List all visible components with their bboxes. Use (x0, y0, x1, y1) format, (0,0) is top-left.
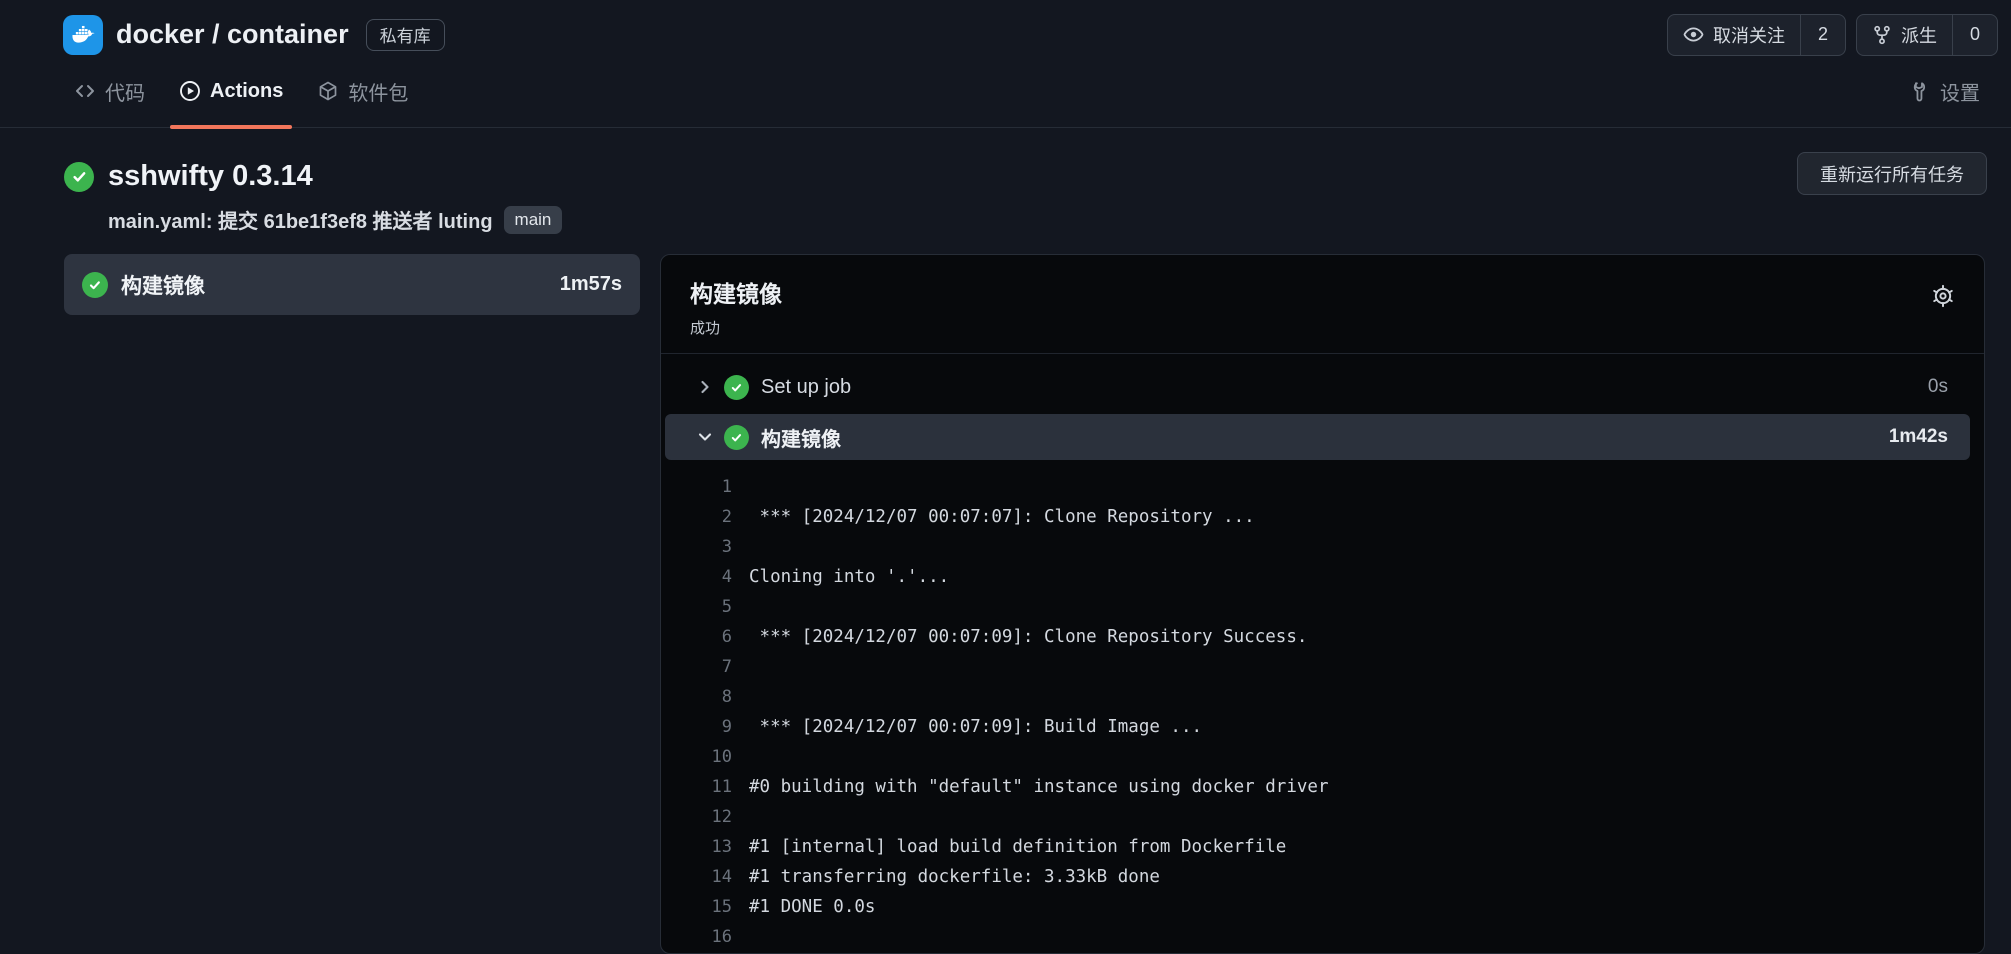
log-line-number[interactable]: 7 (665, 657, 749, 677)
fork-label: 派生 (1901, 22, 1937, 48)
log-line-number[interactable]: 1 (665, 477, 749, 497)
fork-button[interactable]: 派生 0 (1856, 14, 1998, 56)
log-line: 6 *** [2024/12/07 00:07:09]: Clone Repos… (665, 622, 1970, 652)
log-line-number[interactable]: 11 (665, 777, 749, 797)
log-line-number[interactable]: 2 (665, 507, 749, 527)
step-log: 1 2 *** [2024/12/07 00:07:07]: Clone Rep… (665, 472, 1970, 952)
log-line-text: #1 [internal] load build definition from… (749, 837, 1286, 857)
job-detail-header: 构建镜像 成功 (661, 255, 1984, 354)
log-line-number[interactable]: 3 (665, 537, 749, 557)
log-line: 13#1 [internal] load build definition fr… (665, 832, 1970, 862)
run-status-check-icon (64, 162, 94, 192)
run-title: sshwifty 0.3.14 (108, 160, 313, 193)
step-duration: 0s (1928, 376, 1948, 398)
log-line-number[interactable]: 15 (665, 897, 749, 917)
jobs-sidebar: 构建镜像 1m57s (64, 254, 640, 315)
log-line-text: *** [2024/12/07 00:07:09]: Build Image .… (749, 717, 1202, 737)
job-status-check-icon (82, 272, 108, 298)
job-list-item[interactable]: 构建镜像 1m57s (64, 254, 640, 315)
log-line-number[interactable]: 6 (665, 627, 749, 647)
repo-title[interactable]: docker / container (116, 19, 349, 50)
log-line-number[interactable]: 14 (665, 867, 749, 887)
log-line-text: #1 transferring dockerfile: 3.33kB done (749, 867, 1160, 887)
log-line-number[interactable]: 13 (665, 837, 749, 857)
log-line: 10 (665, 742, 1970, 772)
run-header: sshwifty 0.3.14 main.yaml: 提交 61be1f3ef8… (64, 152, 1987, 234)
log-line-number[interactable]: 4 (665, 567, 749, 587)
step-name: 构建镜像 (761, 423, 841, 452)
log-line-text: #0 building with "default" instance usin… (749, 777, 1328, 797)
log-line: 14#1 transferring dockerfile: 3.33kB don… (665, 862, 1970, 892)
tab-settings[interactable]: 设置 (1893, 55, 1997, 127)
steps-list: Set up job 0s 构建镜像 1m42s (661, 354, 1984, 952)
tab-settings-label: 设置 (1940, 77, 1980, 106)
log-line: 5 (665, 592, 1970, 622)
step-row-build-image[interactable]: 构建镜像 1m42s (665, 414, 1970, 460)
repo-avatar[interactable] (63, 15, 103, 55)
log-line-text: Cloning into '.'... (749, 567, 949, 587)
step-name: Set up job (761, 376, 851, 399)
job-name: 构建镜像 (121, 270, 205, 300)
log-line: 16 (665, 922, 1970, 952)
log-line: 3 (665, 532, 1970, 562)
gear-icon[interactable] (1930, 283, 1956, 309)
log-line-number[interactable]: 10 (665, 747, 749, 767)
code-icon (74, 80, 96, 102)
log-line: 9 *** [2024/12/07 00:07:09]: Build Image… (665, 712, 1970, 742)
log-line: 4Cloning into '.'... (665, 562, 1970, 592)
job-duration: 1m57s (560, 273, 622, 296)
step-status-check-icon (724, 425, 749, 450)
visibility-badge: 私有库 (366, 19, 445, 51)
branch-badge[interactable]: main (504, 206, 563, 234)
fork-icon (1872, 25, 1892, 45)
step-row-setup-job[interactable]: Set up job 0s (665, 366, 1970, 408)
log-line-number[interactable]: 16 (665, 927, 749, 947)
job-detail-card: 构建镜像 成功 (660, 254, 1985, 954)
play-circle-icon (179, 80, 201, 102)
log-line: 15#1 DONE 0.0s (665, 892, 1970, 922)
tab-packages[interactable]: 软件包 (300, 55, 425, 127)
watchers-count[interactable]: 2 (1800, 15, 1845, 55)
top-bar: docker / container 私有库 取消关注 2 (0, 0, 2011, 55)
step-duration: 1m42s (1889, 426, 1948, 448)
log-line-number[interactable]: 5 (665, 597, 749, 617)
run-commit-line[interactable]: main.yaml: 提交 61be1f3ef8 推送者 luting (108, 205, 493, 234)
log-line-number[interactable]: 8 (665, 687, 749, 707)
log-line: 11#0 building with "default" instance us… (665, 772, 1970, 802)
step-status-check-icon (724, 375, 749, 400)
tab-packages-label: 软件包 (348, 77, 408, 106)
run-body: 构建镜像 1m57s 构建镜像 成功 (64, 254, 1985, 954)
tab-code-label: 代码 (105, 77, 145, 106)
job-detail-title: 构建镜像 (690, 275, 1960, 309)
job-status-text: 成功 (690, 317, 1960, 338)
log-line: 2 *** [2024/12/07 00:07:07]: Clone Repos… (665, 502, 1970, 532)
repo-action-buttons: 取消关注 2 派生 0 (1667, 14, 1998, 56)
tab-code[interactable]: 代码 (57, 55, 162, 127)
repo-nav: 代码 Actions 软件包 设置 (0, 55, 2011, 128)
tab-actions[interactable]: Actions (162, 55, 300, 127)
log-line-number[interactable]: 9 (665, 717, 749, 737)
log-line: 7 (665, 652, 1970, 682)
chevron-right-icon[interactable] (697, 379, 713, 395)
log-line: 12 (665, 802, 1970, 832)
unwatch-label: 取消关注 (1713, 22, 1785, 48)
tab-actions-label: Actions (210, 80, 283, 103)
rerun-all-jobs-button[interactable]: 重新运行所有任务 (1797, 152, 1987, 195)
chevron-down-icon[interactable] (697, 429, 713, 445)
eye-icon (1683, 24, 1704, 45)
docker-whale-icon (70, 21, 97, 48)
wrench-icon (1910, 81, 1931, 102)
log-line-text: *** [2024/12/07 00:07:07]: Clone Reposit… (749, 507, 1255, 527)
package-icon (317, 80, 339, 102)
log-line-text: #1 DONE 0.0s (749, 897, 875, 917)
log-line: 1 (665, 472, 1970, 502)
log-line-text: *** [2024/12/07 00:07:09]: Clone Reposit… (749, 627, 1307, 647)
log-line-number[interactable]: 12 (665, 807, 749, 827)
forks-count[interactable]: 0 (1952, 15, 1997, 55)
unwatch-button[interactable]: 取消关注 2 (1667, 14, 1846, 56)
log-line: 8 (665, 682, 1970, 712)
